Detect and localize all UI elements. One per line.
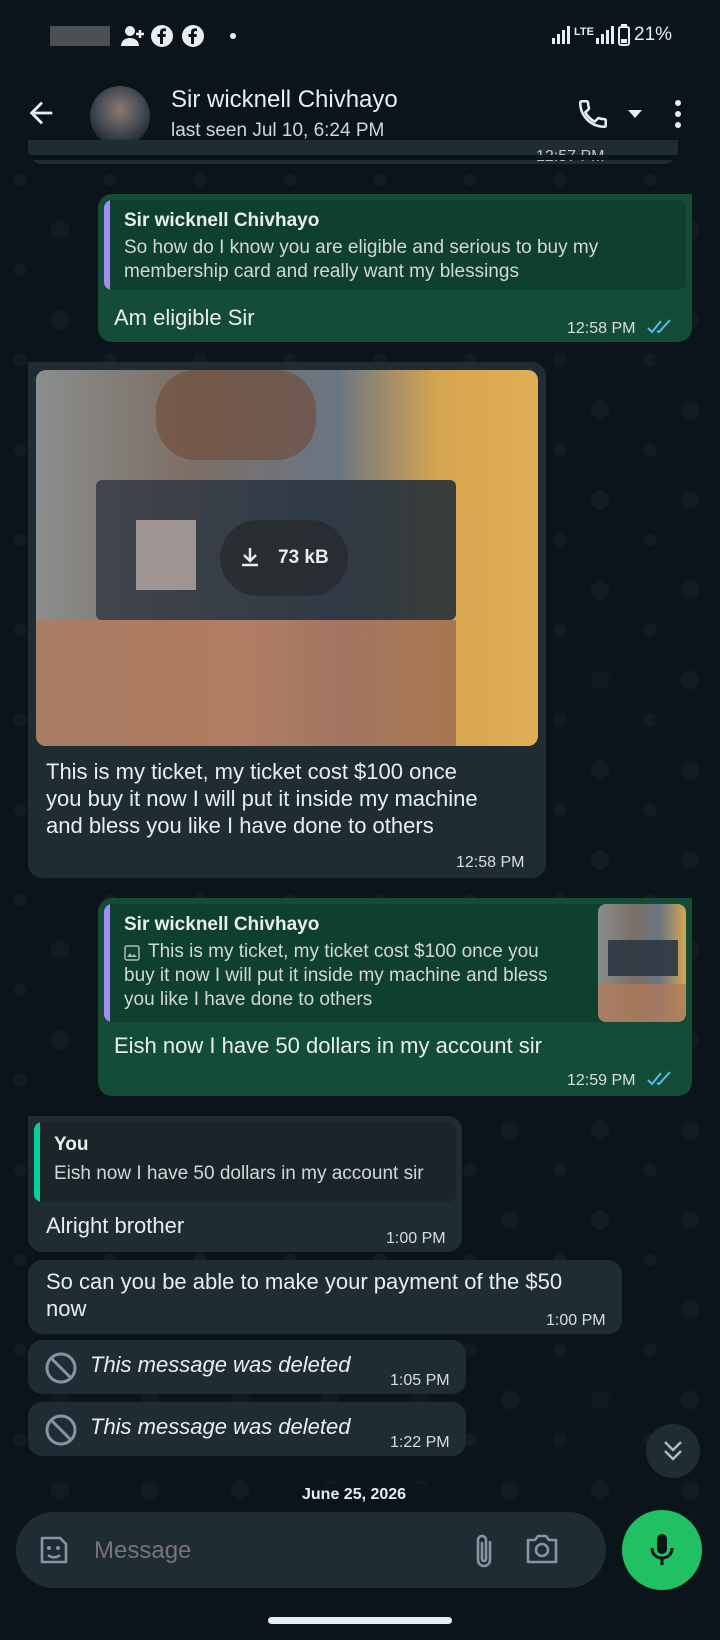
chevron-down-icon[interactable] <box>626 108 644 120</box>
avatar[interactable] <box>90 86 150 146</box>
quote-text-line: This is my ticket, my ticket cost $100 o… <box>148 941 539 962</box>
download-button[interactable]: 73 kB <box>220 520 348 596</box>
quote-author: Sir wicknell Chivhayo <box>124 210 320 231</box>
message-input[interactable] <box>92 1532 436 1570</box>
incoming-message-bubble[interactable]: 73 kB This is my ticket, my ticket cost … <box>28 362 546 878</box>
battery-percentage: 21% <box>634 24 673 45</box>
message-time: 1:00 PM <box>546 1312 606 1329</box>
deleted-message-text: This message was deleted <box>90 1414 351 1439</box>
scroll-to-bottom-button[interactable] <box>646 1424 700 1478</box>
header-divider <box>0 155 720 160</box>
read-receipt-icon <box>647 319 671 334</box>
quote-text-line: membership card and really want my bless… <box>124 261 519 282</box>
message-time: 1:05 PM <box>390 1372 450 1389</box>
status-bar: LTE 21% <box>0 0 720 72</box>
message-time: 1:22 PM <box>390 1434 450 1451</box>
message-text: Alright brother <box>46 1213 185 1238</box>
quote-text-line: you like I have done to others <box>124 989 373 1010</box>
message-text-line: now <box>46 1296 87 1321</box>
date-chip-text: June 25, 2026 <box>302 1486 407 1503</box>
quote-author: You <box>54 1134 89 1155</box>
image-blur-region <box>608 940 678 976</box>
message-text-line: you buy it now I will put it inside my m… <box>46 786 478 811</box>
message-text: Am eligible Sir <box>114 305 255 330</box>
outgoing-message-bubble[interactable]: Sir wicknell Chivhayo This is my ticket,… <box>98 898 692 1096</box>
message-text-line: This is my ticket, my ticket cost $100 o… <box>46 759 457 784</box>
read-receipt-icon <box>647 1071 671 1086</box>
image-blur-region <box>598 984 686 1022</box>
image-preview[interactable]: 73 kB <box>36 370 538 746</box>
more-options-icon[interactable] <box>672 98 684 130</box>
quote-accent-bar <box>34 1122 40 1202</box>
incoming-message-bubble[interactable]: This message was deleted 1:22 PM <box>28 1402 466 1456</box>
message-text-line: So can you be able to make your payment … <box>46 1269 563 1294</box>
blurred-notification-icon <box>50 26 110 46</box>
attachment-icon[interactable] <box>472 1532 496 1570</box>
sticker-icon[interactable] <box>36 1532 72 1568</box>
home-indicator[interactable] <box>268 1617 452 1624</box>
double-chevron-down-icon <box>664 1441 682 1461</box>
voice-record-button[interactable] <box>622 1510 702 1590</box>
quote-accent-bar <box>104 200 110 290</box>
deleted-message-icon <box>45 1414 77 1446</box>
outgoing-message-bubble[interactable]: Sir wicknell Chivhayo So how do I know y… <box>98 194 692 342</box>
quoted-message[interactable]: Sir wicknell Chivhayo So how do I know y… <box>104 200 686 290</box>
quoted-image-thumbnail <box>598 904 686 1022</box>
facebook-icon <box>182 25 204 47</box>
message-time: 12:59 PM <box>567 1072 636 1089</box>
last-seen-status: last seen Jul 10, 6:24 PM <box>171 120 385 141</box>
date-chip: June 25, 2026 <box>290 1484 430 1508</box>
message-time: 12:58 PM <box>456 854 525 871</box>
more-notifications-dot <box>230 33 236 39</box>
deleted-message-icon <box>45 1352 77 1384</box>
quoted-message[interactable]: You Eish now I have 50 dollars in my acc… <box>34 1122 456 1202</box>
quote-text-line: buy it now I will put it inside my machi… <box>124 965 548 986</box>
signal-icon <box>552 26 570 44</box>
quote-author: Sir wicknell Chivhayo <box>124 914 320 935</box>
voice-call-icon[interactable] <box>576 97 610 131</box>
message-text: Eish now I have 50 dollars in my account… <box>114 1033 542 1058</box>
facebook-icon <box>151 25 173 47</box>
image-blur-region <box>36 620 456 746</box>
download-icon <box>242 548 258 567</box>
incoming-message-bubble[interactable]: So can you be able to make your payment … <box>28 1260 622 1334</box>
quote-text: Eish now I have 50 dollars in my account… <box>54 1163 424 1184</box>
battery-icon <box>618 24 630 46</box>
microphone-icon <box>650 1534 674 1565</box>
image-blur-region <box>156 370 316 460</box>
message-text-line: and bless you like I have done to others <box>46 813 434 838</box>
camera-icon[interactable] <box>524 1532 560 1566</box>
signal-icon <box>596 26 614 44</box>
network-type-label: LTE <box>574 26 594 38</box>
quoted-message[interactable]: Sir wicknell Chivhayo This is my ticket,… <box>104 904 686 1022</box>
back-arrow-icon[interactable] <box>24 96 58 130</box>
person-add-icon <box>121 26 144 46</box>
contact-name[interactable]: Sir wicknell Chivhayo <box>171 86 398 114</box>
deleted-message-text: This message was deleted <box>90 1352 351 1377</box>
incoming-message-bubble[interactable]: This message was deleted 1:05 PM <box>28 1340 466 1394</box>
message-time: 1:00 PM <box>386 1230 446 1247</box>
image-blur-region <box>136 520 196 590</box>
image-file-size: 73 kB <box>278 547 329 568</box>
message-time: 12:58 PM <box>567 320 636 337</box>
quote-accent-bar <box>104 904 110 1022</box>
quote-text-line: So how do I know you are eligible and se… <box>124 237 599 258</box>
incoming-message-bubble[interactable]: You Eish now I have 50 dollars in my acc… <box>28 1116 462 1252</box>
image-icon <box>124 945 140 961</box>
message-composer <box>16 1512 606 1588</box>
